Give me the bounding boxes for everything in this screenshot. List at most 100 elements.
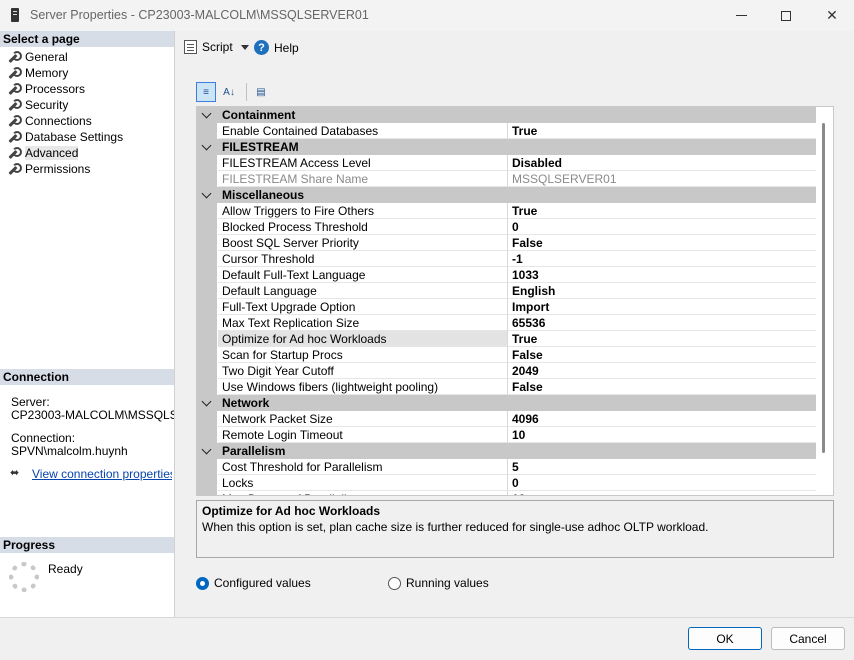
page-item-security[interactable]: Security — [6, 97, 68, 113]
property-name[interactable]: Max Text Replication Size — [218, 315, 507, 331]
page-item-general[interactable]: General — [6, 49, 68, 65]
property-row[interactable]: Locks 0 — [197, 475, 817, 491]
category-row[interactable]: FILESTREAM — [197, 139, 817, 155]
property-row[interactable]: Full-Text Upgrade Option Import — [197, 299, 817, 315]
cancel-button[interactable]: Cancel — [771, 627, 845, 650]
property-grid[interactable]: Containment Enable Contained Databases Tru… — [196, 106, 834, 496]
row-gutter — [197, 283, 217, 299]
property-row[interactable]: Two Digit Year Cutoff 2049 — [197, 363, 817, 379]
minimize-button[interactable] — [718, 0, 764, 31]
property-row[interactable]: Default Full-Text Language 1033 — [197, 267, 817, 283]
property-value[interactable]: False — [507, 235, 817, 251]
property-value[interactable]: MSSQLSERVER01 — [507, 171, 817, 187]
property-row[interactable]: Enable Contained Databases True — [197, 123, 817, 139]
ok-button[interactable]: OK — [688, 627, 762, 650]
property-name[interactable]: Default Full-Text Language — [218, 267, 507, 283]
property-row[interactable]: Max Degree of Parallelism12 — [197, 491, 817, 495]
page-item-connections[interactable]: Connections — [6, 113, 92, 129]
property-value[interactable]: 12 — [507, 491, 817, 495]
page-item-processors[interactable]: Processors — [6, 81, 85, 97]
property-name[interactable]: Allow Triggers to Fire Others — [218, 203, 507, 219]
vertical-scrollbar[interactable] — [816, 107, 833, 495]
property-name[interactable]: Blocked Process Threshold — [218, 219, 507, 235]
property-value[interactable]: 5 — [507, 459, 817, 475]
chevron-down-icon[interactable] — [201, 108, 212, 119]
property-name[interactable]: Default Language — [218, 283, 507, 299]
property-row[interactable]: FILESTREAM Share Name MSSQLSERVER01 — [197, 171, 817, 187]
property-value[interactable]: True — [507, 123, 817, 139]
category-row[interactable]: Miscellaneous — [197, 187, 817, 203]
property-name[interactable]: Optimize for Ad hoc Workloads — [218, 331, 507, 347]
page-item-memory[interactable]: Memory — [6, 65, 68, 81]
property-value[interactable]: 0 — [507, 475, 817, 491]
category-row[interactable]: Parallelism — [197, 443, 817, 459]
property-value[interactable]: True — [507, 331, 817, 347]
help-button[interactable]: ? Help — [254, 40, 299, 55]
property-name[interactable]: Boost SQL Server Priority — [218, 235, 507, 251]
property-name[interactable]: Max Degree of Parallelism — [218, 491, 507, 495]
property-name[interactable]: Scan for Startup Procs — [218, 347, 507, 363]
page-item-advanced[interactable]: Advanced — [6, 145, 79, 161]
wrench-icon — [6, 146, 22, 160]
property-value[interactable]: False — [507, 347, 817, 363]
property-name[interactable]: Network Packet Size — [218, 411, 507, 427]
property-name[interactable]: Remote Login Timeout — [218, 427, 507, 443]
property-row[interactable]: Optimize for Ad hoc Workloads True — [197, 331, 817, 347]
script-button[interactable]: Script — [184, 40, 249, 54]
configured-values-radio[interactable]: Configured values — [196, 576, 311, 590]
property-value[interactable]: 1033 — [507, 267, 817, 283]
property-value[interactable]: 4096 — [507, 411, 817, 427]
property-row[interactable]: Max Text Replication Size 65536 — [197, 315, 817, 331]
property-value[interactable]: True — [507, 203, 817, 219]
wrench-icon — [6, 50, 22, 64]
property-name[interactable]: Locks — [218, 475, 507, 491]
scrollbar-thumb[interactable] — [822, 123, 825, 453]
property-pages-button[interactable]: ▤ — [251, 82, 271, 102]
chevron-down-icon[interactable] — [201, 188, 212, 199]
property-row[interactable]: FILESTREAM Access Level Disabled — [197, 155, 817, 171]
maximize-button[interactable] — [763, 0, 809, 31]
property-row[interactable]: Allow Triggers to Fire Others True — [197, 203, 817, 219]
categorized-button[interactable]: ≡ — [196, 82, 216, 102]
property-row[interactable]: Cursor Threshold -1 — [197, 251, 817, 267]
property-row[interactable]: Use Windows fibers (lightweight pooling)… — [197, 379, 817, 395]
chevron-down-icon[interactable] — [201, 444, 212, 455]
property-value[interactable]: 65536 — [507, 315, 817, 331]
chevron-down-icon[interactable] — [201, 396, 212, 407]
property-name[interactable]: Two Digit Year Cutoff — [218, 363, 507, 379]
close-button[interactable]: ✕ — [809, 0, 854, 31]
property-value[interactable]: 0 — [507, 219, 817, 235]
property-value[interactable]: Disabled — [507, 155, 817, 171]
sort-alphabetical-icon: A↓ — [223, 86, 235, 98]
property-value[interactable]: 2049 — [507, 363, 817, 379]
property-value[interactable]: English — [507, 283, 817, 299]
property-name[interactable]: Use Windows fibers (lightweight pooling) — [218, 379, 507, 395]
property-value[interactable]: 10 — [507, 427, 817, 443]
alphabetical-button[interactable]: A↓ — [219, 82, 239, 102]
row-gutter — [197, 379, 217, 395]
running-values-radio[interactable]: Running values — [388, 576, 489, 590]
category-row[interactable]: Containment — [197, 107, 817, 123]
property-value[interactable]: False — [507, 379, 817, 395]
property-name[interactable]: FILESTREAM Access Level — [218, 155, 507, 171]
property-name[interactable]: Full-Text Upgrade Option — [218, 299, 507, 315]
page-item-database-settings[interactable]: Database Settings — [6, 129, 123, 145]
page-item-permissions[interactable]: Permissions — [6, 161, 90, 177]
property-row[interactable]: Default Language English — [197, 283, 817, 299]
property-name[interactable]: Cost Threshold for Parallelism — [218, 459, 507, 475]
property-name[interactable]: Cursor Threshold — [218, 251, 507, 267]
property-row[interactable]: Remote Login Timeout 10 — [197, 427, 817, 443]
property-name[interactable]: FILESTREAM Share Name — [218, 171, 507, 187]
chevron-down-icon[interactable] — [201, 140, 212, 151]
category-row[interactable]: Network — [197, 395, 817, 411]
property-value[interactable]: Import — [507, 299, 817, 315]
property-row[interactable]: Scan for Startup Procs False — [197, 347, 817, 363]
property-row[interactable]: Cost Threshold for Parallelism 5 — [197, 459, 817, 475]
view-connection-properties-link[interactable]: View connection properties — [32, 467, 172, 481]
property-name[interactable]: Enable Contained Databases — [218, 123, 507, 139]
property-row[interactable]: Network Packet Size 4096 — [197, 411, 817, 427]
property-value[interactable]: -1 — [507, 251, 817, 267]
property-row[interactable]: Blocked Process Threshold 0 — [197, 219, 817, 235]
chevron-down-icon[interactable] — [240, 44, 249, 50]
property-row[interactable]: Boost SQL Server Priority False — [197, 235, 817, 251]
